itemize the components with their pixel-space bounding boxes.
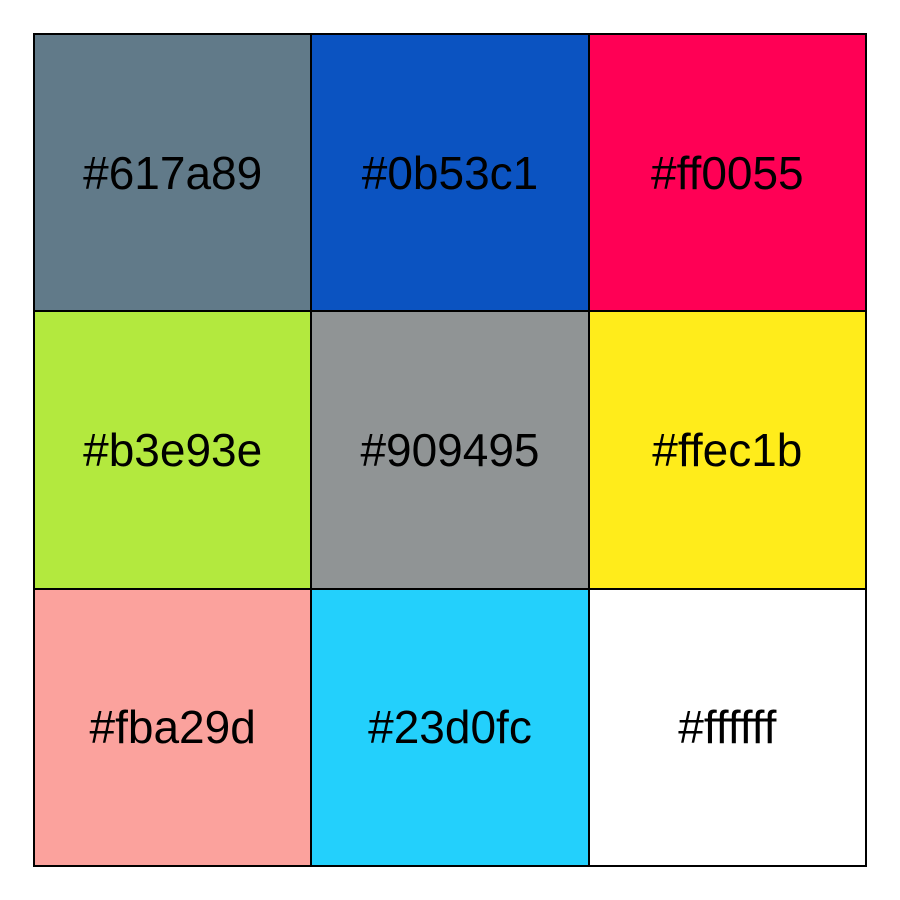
color-swatch: #ff0055 bbox=[589, 35, 865, 311]
color-swatch: #b3e93e bbox=[35, 312, 311, 588]
color-swatch-grid: #617a89 #0b53c1 #ff0055 #b3e93e #909495 … bbox=[33, 33, 867, 867]
color-swatch: #909495 bbox=[312, 312, 588, 588]
color-swatch: #617a89 bbox=[35, 35, 311, 311]
swatch-hex-label: #fba29d bbox=[89, 701, 256, 754]
swatch-hex-label: #909495 bbox=[360, 423, 540, 476]
color-swatch: #ffffff bbox=[589, 589, 865, 865]
swatch-hex-label: #ffec1b bbox=[652, 423, 803, 476]
swatch-hex-label: #b3e93e bbox=[83, 423, 263, 476]
color-swatch: #0b53c1 bbox=[312, 35, 588, 311]
color-swatch: #fba29d bbox=[35, 589, 311, 865]
swatch-hex-label: #ff0055 bbox=[651, 146, 804, 199]
swatch-hex-label: #ffffff bbox=[678, 701, 777, 754]
swatch-hex-label: #617a89 bbox=[83, 146, 263, 199]
swatch-hex-label: #0b53c1 bbox=[361, 146, 539, 199]
color-swatch: #ffec1b bbox=[589, 312, 865, 588]
color-swatch: #23d0fc bbox=[312, 589, 588, 865]
swatch-hex-label: #23d0fc bbox=[368, 701, 532, 754]
